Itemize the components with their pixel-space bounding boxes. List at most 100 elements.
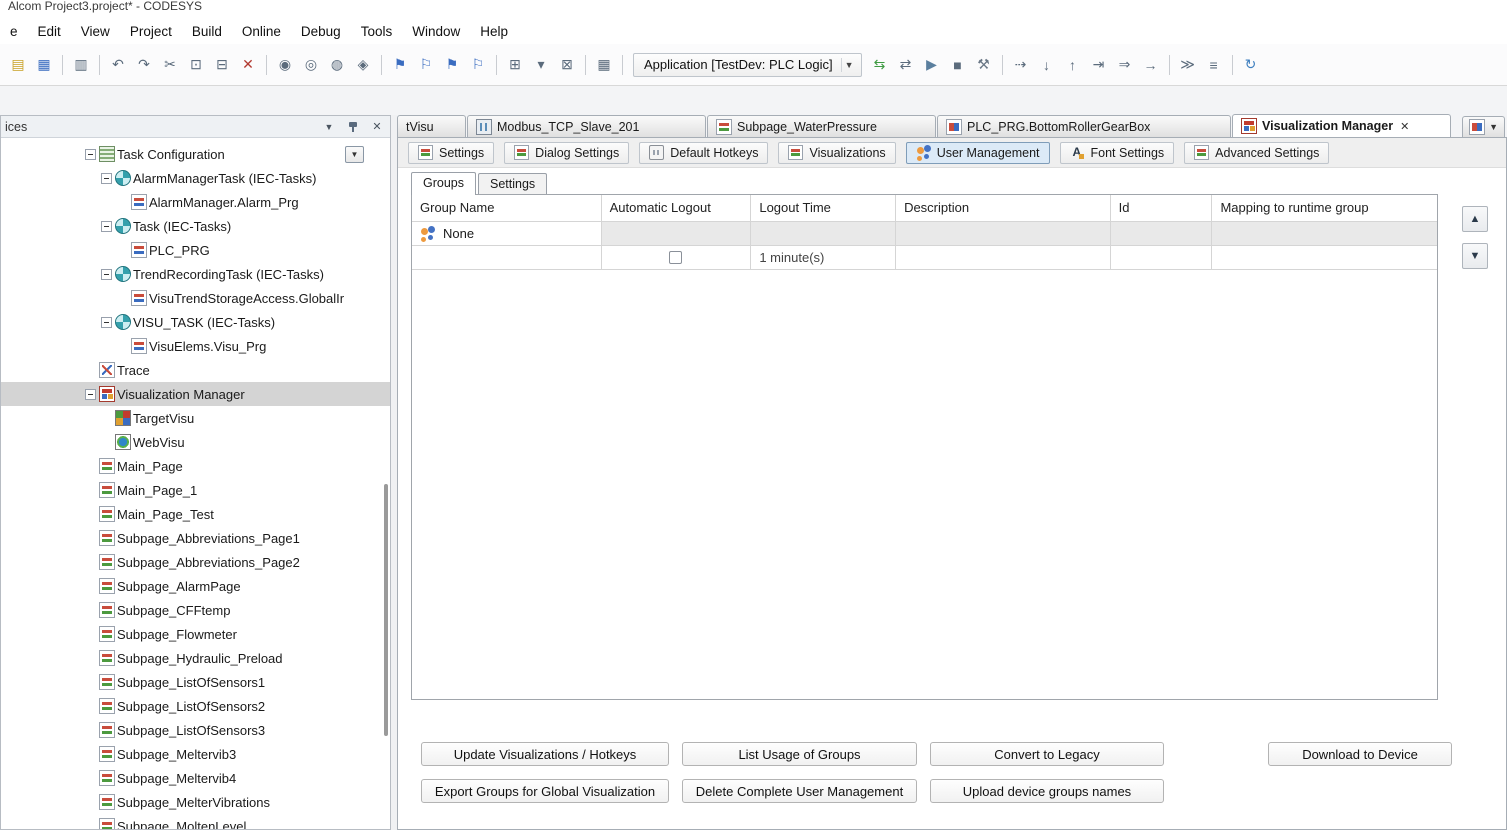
document-tab[interactable]: Modbus_TCP_Slave_201 ✕ xyxy=(467,115,706,137)
tree-item[interactable]: TargetVisu ▼ xyxy=(1,406,390,430)
paste-icon[interactable]: ⊟ xyxy=(210,53,234,77)
pin-button[interactable] xyxy=(344,119,362,135)
paste-special-icon[interactable]: ⊞ xyxy=(503,53,527,77)
devices-scrollbar-thumb[interactable] xyxy=(384,484,388,736)
expand-collapse-box[interactable] xyxy=(85,388,96,400)
tree-item[interactable]: AlarmManagerTask (IEC-Tasks) ▼ xyxy=(1,166,390,190)
tree-item[interactable]: Subpage_ListOfSensors3 ▼ xyxy=(1,718,390,742)
menu-item[interactable]: Window xyxy=(402,20,470,43)
refresh-icon[interactable]: ↻ xyxy=(1239,53,1263,77)
stop-icon[interactable]: ■ xyxy=(946,53,970,77)
mapping-cell[interactable] xyxy=(1212,246,1437,270)
action-button[interactable]: Convert to Legacy xyxy=(930,742,1164,766)
tree-item[interactable]: VisuElems.Visu_Prg ▼ xyxy=(1,334,390,358)
cut-icon[interactable]: ✂ xyxy=(158,53,182,77)
action-button[interactable]: Upload device groups names xyxy=(930,779,1164,803)
table-row-none[interactable]: None xyxy=(412,222,1437,246)
tree-item[interactable]: Task Configuration ▼ xyxy=(1,142,390,166)
menu-item[interactable]: Help xyxy=(470,20,518,43)
automatic-logout-checkbox[interactable] xyxy=(669,251,683,264)
group-name-cell[interactable] xyxy=(412,246,602,270)
id-cell[interactable] xyxy=(1110,246,1213,270)
set-next-statement-icon[interactable]: ⇒ xyxy=(1113,53,1137,77)
expand-collapse-box[interactable] xyxy=(101,316,112,328)
subtab[interactable]: Groups xyxy=(411,172,476,195)
step-out-icon[interactable]: ↑ xyxy=(1061,53,1085,77)
bookmark-clear-icon[interactable]: ⚐ xyxy=(466,53,490,77)
menu-item[interactable]: Tools xyxy=(351,20,403,43)
tree-item[interactable]: Visualization Manager ▼ xyxy=(1,382,390,406)
table-row-new[interactable]: 1 minute(s) xyxy=(412,246,1437,270)
close-panel-button[interactable]: ✕ xyxy=(368,119,386,135)
execution-order-icon[interactable]: ≡ xyxy=(1202,53,1226,77)
close-tab-icon[interactable]: ✕ xyxy=(1400,120,1409,133)
show-next-statement-icon[interactable]: → xyxy=(1139,53,1163,77)
undo-icon[interactable]: ↶ xyxy=(106,53,130,77)
tree-item[interactable]: Subpage_Meltervib3 ▼ xyxy=(1,742,390,766)
action-button[interactable]: List Usage of Groups xyxy=(682,742,917,766)
action-button[interactable]: Export Groups for Global Visualization xyxy=(421,779,669,803)
step-over-icon[interactable]: ⇢ xyxy=(1009,53,1033,77)
find-next-icon[interactable]: ◎ xyxy=(299,53,323,77)
tree-item[interactable]: Task (IEC-Tasks) ▼ xyxy=(1,214,390,238)
tree-item[interactable]: Subpage_ListOfSensors2 ▼ xyxy=(1,694,390,718)
manager-tab[interactable]: Default Hotkeys xyxy=(639,141,769,164)
action-button[interactable]: Delete Complete User Management xyxy=(682,779,917,803)
expand-collapse-box[interactable] xyxy=(101,172,112,184)
tree-item[interactable]: VisuTrendStorageAccess.GlobalIr ▼ xyxy=(1,286,390,310)
tree-item[interactable]: Subpage_MelterVibrations ▼ xyxy=(1,790,390,814)
tree-item[interactable]: WebVisu ▼ xyxy=(1,430,390,454)
step-into-icon[interactable]: ↓ xyxy=(1035,53,1059,77)
save-icon[interactable]: ▦ xyxy=(32,53,56,77)
print-icon[interactable]: ▥ xyxy=(69,53,93,77)
menu-item[interactable]: Project xyxy=(120,20,182,43)
tree-item[interactable]: PLC_PRG ▼ xyxy=(1,238,390,262)
logout-time-cell[interactable]: 1 minute(s) xyxy=(751,246,897,270)
flow-control-icon[interactable]: ≫ xyxy=(1176,53,1200,77)
automatic-logout-cell[interactable] xyxy=(601,246,752,270)
tree-item[interactable]: Subpage_CFFtemp ▼ xyxy=(1,598,390,622)
document-tab[interactable]: PLC_PRG.BottomRollerGearBox ✕ xyxy=(937,115,1231,137)
open-project-icon[interactable]: ▤ xyxy=(6,53,30,77)
tree-item[interactable]: Main_Page ▼ xyxy=(1,454,390,478)
delete-icon[interactable]: ✕ xyxy=(236,53,260,77)
document-tab[interactable]: tVisu ✕ xyxy=(397,115,466,137)
menu-item[interactable]: Debug xyxy=(291,20,351,43)
subtab[interactable]: Settings xyxy=(478,173,548,194)
insert-assistant-icon[interactable]: ▾ xyxy=(529,53,553,77)
tree-item[interactable]: Trace ▼ xyxy=(1,358,390,382)
menu-item[interactable]: Build xyxy=(182,20,232,43)
move-down-button[interactable]: ▼ xyxy=(1462,243,1488,269)
menu-item[interactable]: e xyxy=(0,20,28,43)
tree-item[interactable]: Subpage_Hydraulic_Preload ▼ xyxy=(1,646,390,670)
logout-icon[interactable]: ⇄ xyxy=(894,53,918,77)
new-window-icon[interactable]: ⊠ xyxy=(555,53,579,77)
login-icon[interactable]: ⇆ xyxy=(868,53,892,77)
move-up-button[interactable]: ▲ xyxy=(1462,206,1488,232)
action-button[interactable]: Download to Device xyxy=(1268,742,1452,766)
menu-item[interactable]: View xyxy=(71,20,120,43)
bookmark-previous-icon[interactable]: ⚑ xyxy=(440,53,464,77)
tree-item[interactable]: Subpage_Abbreviations_Page1 ▼ xyxy=(1,526,390,550)
tab-overflow-dropdown[interactable]: ▼ xyxy=(1462,116,1505,137)
tree-item[interactable]: Subpage_Meltervib4 ▼ xyxy=(1,766,390,790)
bookmark-next-icon[interactable]: ⚐ xyxy=(414,53,438,77)
tree-item[interactable]: Subpage_ListOfSensors1 ▼ xyxy=(1,670,390,694)
expand-collapse-box[interactable] xyxy=(85,148,96,160)
expand-collapse-box[interactable] xyxy=(101,220,112,232)
bookmark-toggle-icon[interactable]: ⚑ xyxy=(388,53,412,77)
start-icon[interactable]: ▶ xyxy=(920,53,944,77)
redo-icon[interactable]: ↷ xyxy=(132,53,156,77)
tree-item[interactable]: Subpage_Flowmeter ▼ xyxy=(1,622,390,646)
tree-item[interactable]: AlarmManager.Alarm_Prg ▼ xyxy=(1,190,390,214)
run-to-cursor-icon[interactable]: ⇥ xyxy=(1087,53,1111,77)
tree-item[interactable]: Subpage_AlarmPage ▼ xyxy=(1,574,390,598)
manager-tab[interactable]: Dialog Settings xyxy=(504,141,630,164)
tree-item[interactable]: Main_Page_Test ▼ xyxy=(1,502,390,526)
menu-item[interactable]: Online xyxy=(232,20,291,43)
manager-tab[interactable]: Advanced Settings xyxy=(1184,141,1330,164)
manager-tab[interactable]: Font Settings xyxy=(1059,141,1175,164)
manager-tab[interactable]: Visualizations xyxy=(778,141,896,164)
tree-item[interactable]: TrendRecordingTask (IEC-Tasks) ▼ xyxy=(1,262,390,286)
description-cell[interactable] xyxy=(896,246,1111,270)
